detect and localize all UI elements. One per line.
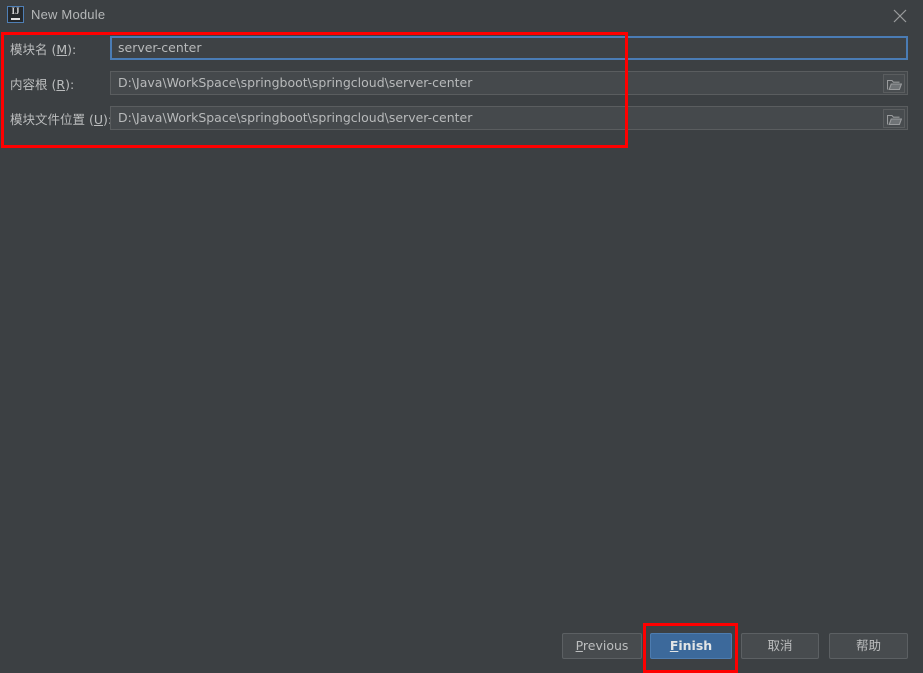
help-button[interactable]: 帮助 <box>829 633 908 659</box>
form-row-content-root: 内容根 (R): D:\Java\WorkSpace\springboot\sp… <box>0 68 923 98</box>
dialog-button-bar: Previous Finish 取消 帮助 <box>0 619 923 671</box>
dialog-titlebar: IJ New Module <box>0 0 923 30</box>
intellij-idea-icon-underline <box>11 18 20 20</box>
module-name-label: 模块名 (M): <box>10 39 76 58</box>
form-row-module-file-location: 模块文件位置 (U): D:\Java\WorkSpace\springboot… <box>0 103 923 133</box>
module-name-label-mnemonic: M <box>56 42 68 57</box>
previous-button-mnemonic: P <box>575 638 583 653</box>
new-module-dialog: IJ New Module 模块名 (M): server-center 内容根… <box>0 0 923 673</box>
cancel-button[interactable]: 取消 <box>741 633 819 659</box>
module-file-location-input[interactable]: D:\Java\WorkSpace\springboot\springcloud… <box>110 106 908 130</box>
module-file-location-label: 模块文件位置 (U): <box>10 109 112 128</box>
module-file-location-browse-button[interactable] <box>883 109 905 128</box>
module-name-label-paren-close: ): <box>67 42 77 57</box>
form-row-module-name: 模块名 (M): server-center <box>0 33 923 63</box>
previous-button[interactable]: Previous <box>562 633 642 659</box>
previous-button-label: revious <box>582 638 629 653</box>
module-settings-form: 模块名 (M): server-center 内容根 (R): D:\Java\… <box>0 30 923 150</box>
window-title: New Module <box>31 7 106 22</box>
content-root-label-paren-close: ): <box>65 77 75 92</box>
finish-button-label: inish <box>678 638 713 653</box>
module-name-label-text: 模块名 <box>10 42 52 57</box>
module-file-location-label-text: 模块文件位置 <box>10 112 89 127</box>
content-root-label-mnemonic: R <box>56 77 66 92</box>
finish-button[interactable]: Finish <box>650 633 732 659</box>
close-icon-glyph <box>893 9 907 23</box>
content-root-browse-button[interactable] <box>883 74 905 93</box>
close-icon[interactable] <box>877 0 923 30</box>
folder-icon <box>887 114 902 126</box>
module-name-value: server-center <box>118 40 202 55</box>
module-file-location-label-mnemonic: U <box>93 112 104 127</box>
module-file-location-value: D:\Java\WorkSpace\springboot\springcloud… <box>118 110 473 125</box>
content-root-label: 内容根 (R): <box>10 74 74 93</box>
intellij-idea-icon: IJ <box>7 6 24 23</box>
folder-icon <box>887 79 902 91</box>
content-root-input[interactable]: D:\Java\WorkSpace\springboot\springcloud… <box>110 71 908 95</box>
content-root-label-text: 内容根 <box>10 77 52 92</box>
module-name-input[interactable]: server-center <box>110 36 908 60</box>
content-root-value: D:\Java\WorkSpace\springboot\springcloud… <box>118 75 473 90</box>
intellij-idea-icon-text: IJ <box>11 6 20 16</box>
